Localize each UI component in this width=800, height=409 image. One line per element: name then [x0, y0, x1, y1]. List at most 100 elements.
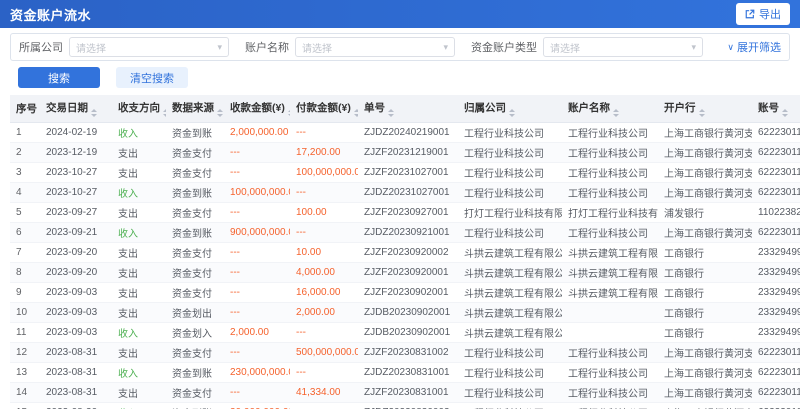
table-row[interactable]: 12024-02-19收入资金到账2,000,000.00---ZJDZ2024…: [10, 123, 800, 143]
filter-account-name-label: 账户名称: [245, 39, 289, 55]
column-header-date[interactable]: 交易日期: [40, 95, 112, 123]
cell-no: 10: [10, 303, 40, 323]
column-label: 付款金额(¥): [296, 102, 351, 114]
table-row[interactable]: 42023-10-27收入资金到账100,000,000.00---ZJDZ20…: [10, 183, 800, 203]
cell-date: 2023-09-03: [40, 303, 112, 323]
company-select[interactable]: 请选择 ▾: [69, 37, 229, 57]
cell-direction: 收入: [112, 223, 166, 243]
cell-no: 9: [10, 283, 40, 303]
sort-icon[interactable]: [388, 109, 394, 117]
column-header-company[interactable]: 归属公司: [458, 95, 562, 123]
cell-direction: 支出: [112, 263, 166, 283]
cell-direction: 支出: [112, 163, 166, 183]
cell-payment: 10.00: [290, 243, 358, 263]
cell-account: 工程行业科技公司: [562, 183, 658, 203]
export-button[interactable]: 导出: [736, 3, 790, 25]
table-row[interactable]: 62023-09-21收入资金到账900,000,000.00---ZJDZ20…: [10, 223, 800, 243]
cell-bank: 浦发银行: [658, 203, 752, 223]
cell-date: 2024-02-19: [40, 123, 112, 143]
cell-account: 工程行业科技公司: [562, 143, 658, 163]
cell-no: 14: [10, 383, 40, 403]
sort-icon[interactable]: [782, 109, 788, 117]
chevron-down-icon: ∨: [727, 42, 734, 53]
cell-account: [562, 303, 658, 323]
cell-account: 工程行业科技公司: [562, 403, 658, 409]
column-header-direction[interactable]: 收支方向: [112, 95, 166, 123]
table-row[interactable]: 22023-12-19支出资金支付---17,200.00ZJZF2023121…: [10, 143, 800, 163]
cell-account_no: 23329499: [752, 283, 800, 303]
export-button-label: 导出: [759, 6, 781, 22]
cell-order_no: ZJDZ20230921001: [358, 223, 458, 243]
cell-order_no: ZJZF20230920002: [358, 243, 458, 263]
table-row[interactable]: 142023-08-31支出资金支付---41,334.00ZJZF202308…: [10, 383, 800, 403]
table-header: 序号交易日期收支方向数据来源收款金额(¥)付款金额(¥)单号归属公司账户名称开户…: [10, 95, 800, 123]
cell-receipt: 30,000,000.00: [224, 403, 290, 409]
table-row[interactable]: 122023-08-31支出资金支付---500,000,000.00ZJZF2…: [10, 343, 800, 363]
cell-date: 2023-08-30: [40, 403, 112, 409]
cell-receipt: ---: [224, 263, 290, 283]
cell-date: 2023-12-19: [40, 143, 112, 163]
sort-icon[interactable]: [699, 109, 705, 117]
cell-source: 资金支付: [166, 283, 224, 303]
cell-date: 2023-10-27: [40, 163, 112, 183]
cell-payment: ---: [290, 123, 358, 143]
search-button[interactable]: 搜索: [18, 67, 100, 88]
table-row[interactable]: 72023-09-20支出资金支付---10.00ZJZF20230920002…: [10, 243, 800, 263]
cell-order_no: ZJDZ20240219001: [358, 123, 458, 143]
sort-icon[interactable]: [91, 109, 97, 117]
column-header-bank[interactable]: 开户行: [658, 95, 752, 123]
column-label: 账户名称: [568, 102, 610, 114]
cell-account_no: 23329499: [752, 263, 800, 283]
cell-bank: 上海工商银行黄河支行: [658, 183, 752, 203]
column-header-receipt[interactable]: 收款金额(¥): [224, 95, 290, 123]
cell-order_no: ZJZF20231027001: [358, 163, 458, 183]
column-header-payment[interactable]: 付款金额(¥): [290, 95, 358, 123]
sort-icon[interactable]: [163, 109, 166, 117]
table-row[interactable]: 152023-08-30收入资金到账30,000,000.00---ZJDZ20…: [10, 403, 800, 409]
cell-payment: 500,000,000.00: [290, 343, 358, 363]
table-row[interactable]: 132023-08-31收入资金到账230,000,000.00---ZJDZ2…: [10, 363, 800, 383]
column-header-account[interactable]: 账户名称: [562, 95, 658, 123]
cell-company: 工程行业科技公司: [458, 123, 562, 143]
sort-icon[interactable]: [288, 109, 290, 117]
column-header-account_no[interactable]: 账号: [752, 95, 800, 123]
column-label: 数据来源: [172, 102, 214, 114]
cell-order_no: ZJZF20230902001: [358, 283, 458, 303]
table-row[interactable]: 92023-09-03支出资金支付---16,000.00ZJZF2023090…: [10, 283, 800, 303]
sort-icon[interactable]: [509, 109, 515, 117]
sort-icon[interactable]: [613, 109, 619, 117]
filter-panel: 所属公司 请选择 ▾ 账户名称 请选择 ▾ 资金账户类型 请选择 ▾ ∨ 展开筛…: [10, 33, 790, 61]
expand-filters-link[interactable]: ∨ 展开筛选: [727, 39, 781, 55]
table-row[interactable]: 52023-09-27支出资金支付---100.00ZJZF2023092700…: [10, 203, 800, 223]
cell-bank: 工商银行: [658, 263, 752, 283]
column-header-order_no[interactable]: 单号: [358, 95, 458, 123]
cell-date: 2023-10-27: [40, 183, 112, 203]
account-type-select[interactable]: 请选择 ▾: [543, 37, 703, 57]
cell-no: 11: [10, 323, 40, 343]
sort-icon[interactable]: [217, 109, 223, 117]
cell-source: 资金支付: [166, 243, 224, 263]
cell-direction: 支出: [112, 243, 166, 263]
column-header-source[interactable]: 数据来源: [166, 95, 224, 123]
cell-account: 工程行业科技公司: [562, 123, 658, 143]
cell-payment: 100.00: [290, 203, 358, 223]
cell-account_no: 62223011: [752, 183, 800, 203]
cell-company: 斗拱云建筑工程有限公司: [458, 283, 562, 303]
table-row[interactable]: 112023-09-03收入资金划入2,000.00---ZJDB2023090…: [10, 323, 800, 343]
cell-no: 7: [10, 243, 40, 263]
account-name-select-placeholder: 请选择: [302, 40, 443, 55]
chevron-down-icon: ▾: [217, 43, 222, 52]
cell-order_no: ZJDB20230902001: [358, 303, 458, 323]
cell-source: 资金到账: [166, 363, 224, 383]
cell-source: 资金到账: [166, 403, 224, 409]
cell-bank: 上海工商银行黄河支行: [658, 363, 752, 383]
cell-no: 6: [10, 223, 40, 243]
account-name-select[interactable]: 请选择 ▾: [295, 37, 455, 57]
clear-search-button[interactable]: 清空搜索: [116, 67, 188, 88]
table-row[interactable]: 102023-09-03支出资金划出---2,000.00ZJDB2023090…: [10, 303, 800, 323]
table-row[interactable]: 32023-10-27支出资金支付---100,000,000.00ZJZF20…: [10, 163, 800, 183]
cell-bank: 上海工商银行黄河支行: [658, 383, 752, 403]
sort-icon[interactable]: [354, 109, 358, 117]
cell-account: 工程行业科技公司: [562, 343, 658, 363]
table-row[interactable]: 82023-09-20支出资金支付---4,000.00ZJZF20230920…: [10, 263, 800, 283]
